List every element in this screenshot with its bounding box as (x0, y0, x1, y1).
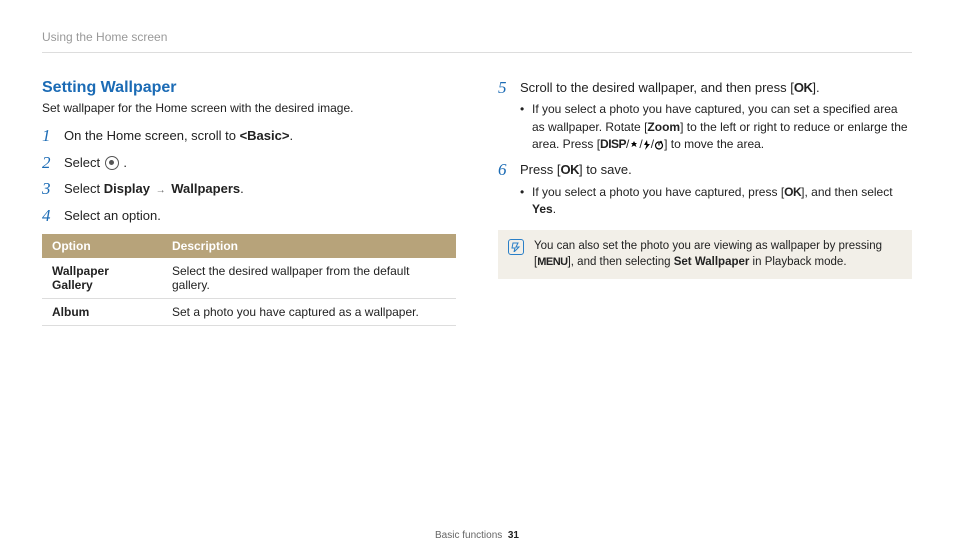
cell-desc: Set a photo you have captured as a wallp… (162, 298, 456, 325)
timer-icon (654, 140, 664, 150)
content-columns: Setting Wallpaper Set wallpaper for the … (42, 79, 912, 326)
ok-icon: OK (560, 162, 579, 177)
footer-section: Basic functions (435, 530, 502, 541)
step-post: . (289, 128, 293, 143)
disp-icon: DISP (600, 137, 626, 151)
note-icon (508, 239, 524, 255)
section-title: Setting Wallpaper (42, 79, 456, 97)
step-number: 3 (42, 180, 64, 199)
flash-icon (643, 140, 651, 150)
table-row: Album Set a photo you have captured as a… (42, 298, 456, 325)
cell-desc: Select the desired wallpaper from the de… (162, 258, 456, 299)
step-text: Select (64, 181, 104, 196)
step-text: Scroll to the desired wallpaper, and the… (520, 80, 794, 95)
step-number: 4 (42, 207, 64, 226)
step-target: <Basic> (240, 128, 290, 143)
table-row: Wallpaper Gallery Select the desired wal… (42, 258, 456, 299)
arrow-icon: → (154, 185, 168, 196)
step-text: Select an option. (64, 207, 456, 226)
sub-text: ], and then select (801, 185, 892, 199)
section-desc: Set wallpaper for the Home screen with t… (42, 101, 456, 115)
breadcrumb: Using the Home screen (42, 30, 912, 53)
sub-post: . (553, 202, 556, 216)
bullet-icon: • (520, 184, 532, 219)
sub-text: ] to move the area. (664, 137, 764, 151)
left-column: Setting Wallpaper Set wallpaper for the … (42, 79, 456, 326)
set-wallpaper-label: Set Wallpaper (674, 256, 750, 268)
th-description: Description (162, 234, 456, 258)
step-text: Select (64, 155, 104, 170)
step-number: 5 (498, 79, 520, 153)
step-number: 2 (42, 154, 64, 173)
step-1: 1 On the Home screen, scroll to <Basic>. (42, 127, 456, 146)
sub-bullet: • If you select a photo you have capture… (520, 184, 912, 219)
th-option: Option (42, 234, 162, 258)
step-post: ] to save. (579, 162, 632, 177)
step-post: . (120, 155, 127, 170)
yes-label: Yes (532, 202, 553, 216)
settings-icon (105, 156, 119, 170)
step-5: 5 Scroll to the desired wallpaper, and t… (498, 79, 912, 153)
cell-option: Album (42, 298, 162, 325)
step-text: Press [ (520, 162, 560, 177)
right-column: 5 Scroll to the desired wallpaper, and t… (498, 79, 912, 326)
sub-text: If you select a photo you have captured,… (532, 185, 784, 199)
cell-option: Wallpaper Gallery (42, 258, 162, 299)
sub-bullet: • If you select a photo you have capture… (520, 101, 912, 153)
step-post: . (240, 181, 244, 196)
flower-icon (629, 140, 639, 150)
step-2: 2 Select . (42, 154, 456, 173)
note-text: ], and then selecting (568, 256, 674, 268)
step-number: 6 (498, 161, 520, 218)
menu-icon: MENU (537, 256, 567, 268)
step-text: On the Home screen, scroll to (64, 128, 240, 143)
menu-wallpapers: Wallpapers (171, 181, 240, 196)
page-number: 31 (508, 530, 519, 541)
menu-display: Display (104, 181, 150, 196)
step-3: 3 Select Display → Wallpapers. (42, 180, 456, 199)
ok-icon: OK (794, 80, 813, 95)
table-header-row: Option Description (42, 234, 456, 258)
step-4: 4 Select an option. (42, 207, 456, 226)
bullet-icon: • (520, 101, 532, 153)
step-number: 1 (42, 127, 64, 146)
note-text: in Playback mode. (749, 256, 846, 268)
options-table: Option Description Wallpaper Gallery Sel… (42, 234, 456, 326)
step-post: ]. (812, 80, 819, 95)
page-footer: Basic functions 31 (0, 530, 954, 541)
ok-icon: OK (784, 185, 801, 199)
step-6: 6 Press [OK] to save. • If you select a … (498, 161, 912, 218)
note-box: You can also set the photo you are viewi… (498, 230, 912, 278)
zoom-label: Zoom (647, 120, 680, 134)
